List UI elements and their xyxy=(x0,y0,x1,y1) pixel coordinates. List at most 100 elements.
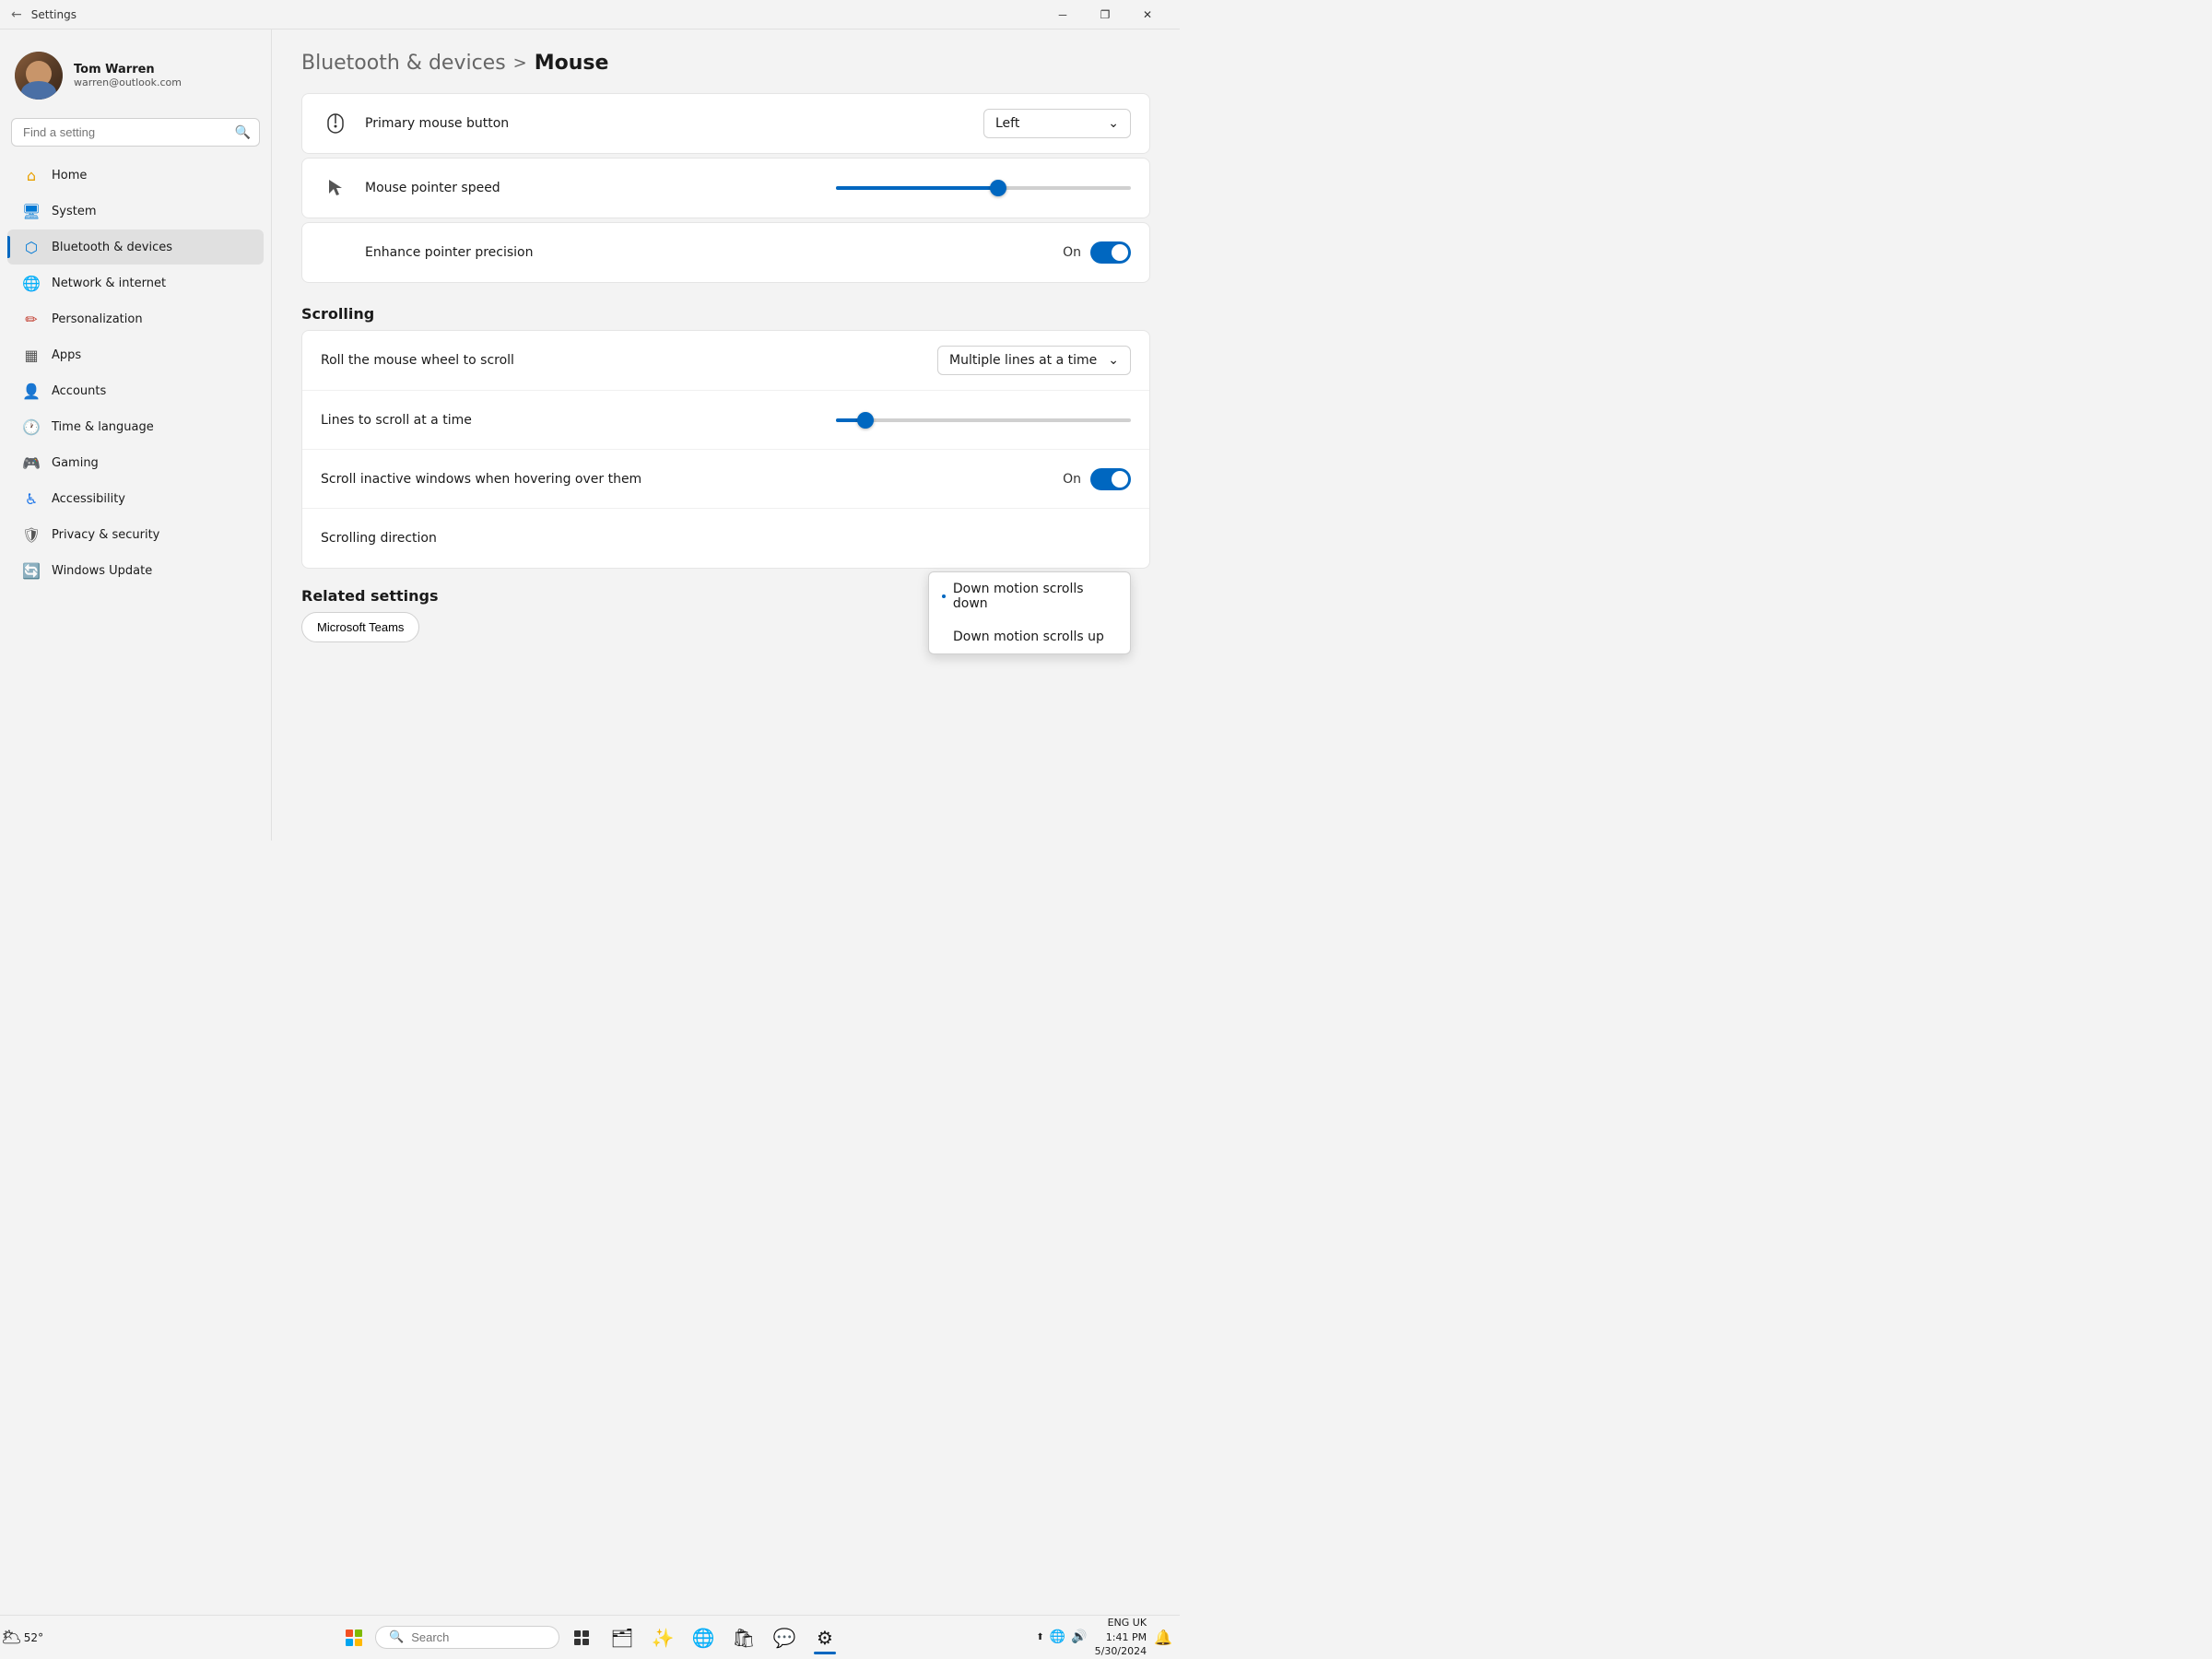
system-nav-icon: 🖥 xyxy=(22,202,41,220)
scroll-option-up-label: Down motion scrolls up xyxy=(953,629,1104,644)
slider-fill xyxy=(836,186,998,190)
settings-icon-taskbar[interactable]: ⚙ xyxy=(806,1619,843,1656)
titlebar-title: Settings xyxy=(31,8,76,21)
breadcrumb-current: Mouse xyxy=(535,52,609,75)
roll-wheel-label: Roll the mouse wheel to scroll xyxy=(321,353,937,368)
teams-icon[interactable]: 💬 xyxy=(766,1619,803,1656)
enhance-precision-row: Enhance pointer precision On xyxy=(302,223,1149,282)
task-view-button[interactable] xyxy=(563,1619,600,1656)
active-indicator xyxy=(814,1652,836,1654)
search-input[interactable] xyxy=(11,118,260,147)
windows-logo-icon xyxy=(346,1630,362,1646)
accounts-nav-label: Accounts xyxy=(52,384,106,398)
scroll-option-down[interactable]: Down motion scrolls down xyxy=(929,572,1130,620)
edge-icon[interactable]: 🌐 xyxy=(685,1619,722,1656)
primary-mouse-label: Primary mouse button xyxy=(365,116,983,131)
enhance-precision-toggle[interactable] xyxy=(1090,241,1131,264)
explorer-icon[interactable]: 🗂 xyxy=(604,1619,641,1656)
bluetooth-nav-icon: ⬡ xyxy=(22,238,41,256)
primary-mouse-card: Primary mouse button Left ⌄ xyxy=(301,93,1150,154)
pointer-speed-label: Mouse pointer speed xyxy=(365,181,836,195)
taskbar-left: 🌥 52° xyxy=(4,1619,41,1656)
taskbar-search[interactable]: 🔍 xyxy=(375,1626,559,1649)
network-tray-icon[interactable]: 🌐 xyxy=(1050,1630,1065,1644)
pointer-speed-card: Mouse pointer speed xyxy=(301,158,1150,218)
volume-tray-icon[interactable]: 🔊 xyxy=(1071,1630,1087,1644)
app-container: Tom Warren warren@outlook.com 🔍 ⌂ Home 🖥… xyxy=(0,29,1180,841)
sidebar-item-personalization[interactable]: ✏ Personalization xyxy=(7,301,264,336)
primary-mouse-row: Primary mouse button Left ⌄ xyxy=(302,94,1149,153)
lines-scroll-label: Lines to scroll at a time xyxy=(321,413,836,428)
scroll-inactive-state: On xyxy=(1063,472,1081,487)
lines-scroll-row: Lines to scroll at a time xyxy=(302,391,1149,450)
roll-wheel-dropdown[interactable]: Multiple lines at a time ⌄ xyxy=(937,346,1131,375)
win-logo-blue xyxy=(346,1639,353,1646)
lines-scroll-slider[interactable] xyxy=(836,418,1131,422)
dropdown-chevron-icon: ⌄ xyxy=(1108,116,1119,131)
tray-expand-icon[interactable]: ⬆ xyxy=(1036,1632,1043,1642)
primary-mouse-dropdown[interactable]: Left ⌄ xyxy=(983,109,1131,138)
sidebar-item-home[interactable]: ⌂ Home xyxy=(7,158,264,193)
sidebar-item-apps[interactable]: ▦ Apps xyxy=(7,337,264,372)
microsoft-teams-button[interactable]: Microsoft Teams xyxy=(301,612,419,642)
sidebar-item-update[interactable]: 🔄 Windows Update xyxy=(7,553,264,588)
scroll-option-up[interactable]: Down motion scrolls up xyxy=(929,620,1130,653)
network-nav-label: Network & internet xyxy=(52,276,166,290)
home-nav-label: Home xyxy=(52,169,87,182)
privacy-nav-icon: 🛡 xyxy=(22,525,41,544)
win-logo-yellow xyxy=(355,1639,362,1646)
nav-list: ⌂ Home 🖥 System ⬡ Bluetooth & devices 🌐 … xyxy=(0,158,271,588)
scroll-inactive-label: Scroll inactive windows when hovering ov… xyxy=(321,472,1063,487)
cloud-icon: 🌥 xyxy=(1,1628,22,1647)
sidebar-item-accounts[interactable]: 👤 Accounts xyxy=(7,373,264,408)
back-icon: ← xyxy=(11,7,22,22)
sidebar-item-privacy[interactable]: 🛡 Privacy & security xyxy=(7,517,264,552)
scrolling-section-header: Scrolling xyxy=(301,287,1150,330)
lines-scroll-control xyxy=(836,418,1131,422)
taskbar-right: ⬆ 🌐 🔊 ENG UK 1:41 PM 5/30/2024 🔔 xyxy=(1036,1616,1172,1658)
scroll-inactive-toggle[interactable] xyxy=(1090,468,1131,490)
titlebar-left: ← Settings xyxy=(11,7,76,22)
taskbar-search-input[interactable] xyxy=(411,1630,549,1644)
sidebar-item-bluetooth[interactable]: ⬡ Bluetooth & devices xyxy=(7,229,264,265)
minimize-button[interactable]: ─ xyxy=(1041,0,1084,29)
sidebar-item-accessibility[interactable]: ♿ Accessibility xyxy=(7,481,264,516)
breadcrumb-separator: > xyxy=(513,53,527,73)
slider-thumb[interactable] xyxy=(990,180,1006,196)
search-box: 🔍 xyxy=(11,118,260,147)
sidebar-item-network[interactable]: 🌐 Network & internet xyxy=(7,265,264,300)
pointer-speed-slider[interactable] xyxy=(836,186,1131,190)
sidebar-item-time[interactable]: 🕐 Time & language xyxy=(7,409,264,444)
update-nav-icon: 🔄 xyxy=(22,561,41,580)
scroll-direction-row: Scrolling direction Down motion scrolls … xyxy=(302,509,1149,568)
enhance-precision-card: Enhance pointer precision On xyxy=(301,222,1150,283)
weather-widget[interactable]: 🌥 52° xyxy=(4,1619,41,1656)
profile-section: Tom Warren warren@outlook.com xyxy=(0,44,271,114)
personalization-nav-label: Personalization xyxy=(52,312,143,326)
scroll-direction-dropdown-menu: Down motion scrolls down Down motion scr… xyxy=(928,571,1131,654)
slider-track xyxy=(836,186,1131,190)
breadcrumb: Bluetooth & devices > Mouse xyxy=(301,52,1150,75)
notification-icon[interactable]: 🔔 xyxy=(1154,1629,1172,1646)
close-button[interactable]: ✕ xyxy=(1126,0,1169,29)
system-nav-label: System xyxy=(52,205,96,218)
lines-slider-thumb[interactable] xyxy=(857,412,874,429)
time-value: 1:41 PM xyxy=(1095,1630,1147,1644)
mouse-button-icon xyxy=(321,109,350,138)
store-icon[interactable]: 🛍 xyxy=(725,1619,762,1656)
accessibility-nav-icon: ♿ xyxy=(22,489,41,508)
avatar xyxy=(15,52,63,100)
main-content: Bluetooth & devices > Mouse Primary mous… xyxy=(272,29,1180,841)
start-button[interactable] xyxy=(336,1620,371,1655)
sidebar-item-gaming[interactable]: 🎮 Gaming xyxy=(7,445,264,480)
bluetooth-nav-label: Bluetooth & devices xyxy=(52,241,172,254)
temperature: 52° xyxy=(24,1631,43,1644)
gaming-nav-icon: 🎮 xyxy=(22,453,41,472)
roll-wheel-row: Roll the mouse wheel to scroll Multiple … xyxy=(302,331,1149,391)
avatar-image xyxy=(15,52,63,100)
time-display[interactable]: ENG UK 1:41 PM 5/30/2024 xyxy=(1095,1616,1147,1658)
privacy-nav-label: Privacy & security xyxy=(52,528,159,542)
sidebar-item-system[interactable]: 🖥 System xyxy=(7,194,264,229)
copilot-icon[interactable]: ✨ xyxy=(644,1619,681,1656)
maximize-button[interactable]: ❐ xyxy=(1084,0,1126,29)
